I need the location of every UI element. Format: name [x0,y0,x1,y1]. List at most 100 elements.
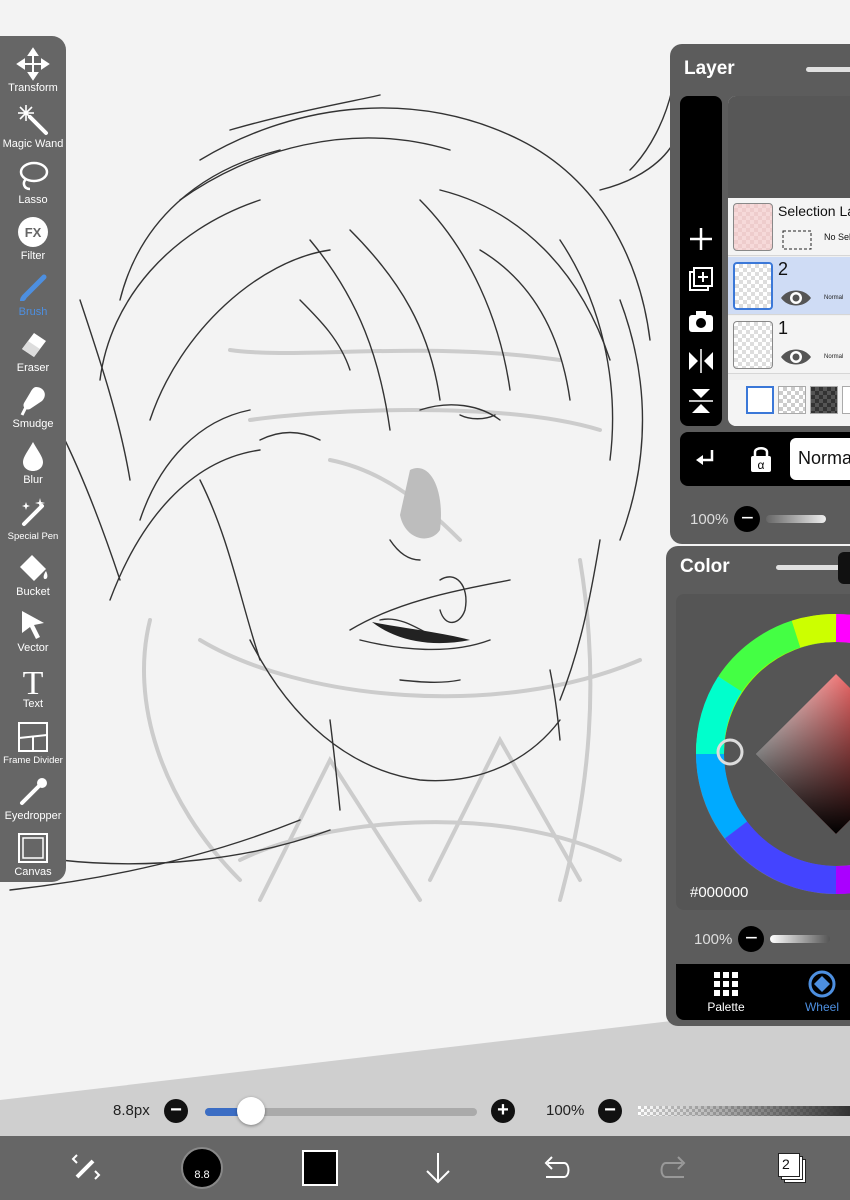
layer-blend-mode: Normal [824,295,844,301]
move-arrows-icon [16,47,50,81]
text-t-icon: T [23,665,44,697]
layer-list: Selection La No Sel 2 Normal 1 Normal [728,96,850,426]
tool-label: Blur [23,474,43,486]
tool-label: Eyedropper [4,810,62,822]
current-color-button[interactable] [298,1146,342,1190]
layer-thumbnail [733,262,773,310]
tab-label: Wheel [804,1000,839,1014]
tool-transform[interactable]: Transform [0,42,66,98]
blend-mode-select[interactable]: Norma [790,438,850,480]
brush-size-plus-button[interactable]: + [491,1099,515,1123]
color-opacity-row: 100% − [694,926,831,952]
brush-size-badge: 8.8 [194,1169,210,1181]
tool-blur[interactable]: Blur [0,434,66,490]
smudge-icon [20,387,45,416]
background-options [728,380,850,426]
tool-label: Lasso [18,194,48,206]
tool-eyedropper[interactable]: Eyedropper [0,770,66,826]
tool-label: Brush [18,306,48,318]
fx-icon: FX [18,217,48,247]
undo-button[interactable] [534,1146,578,1190]
bottom-toolbar: 8.8 2 [0,1136,850,1200]
color-panel-close-tab[interactable] [838,552,850,584]
brush-size-button[interactable]: 8.8 [180,1146,224,1190]
eye-visible-icon[interactable] [780,346,812,368]
svg-text:FX: FX [25,225,42,240]
layer-count: 2 [782,1156,790,1172]
canvas-square-icon [18,833,48,863]
layer-name: Selection La [778,203,850,219]
tool-magic-wand[interactable]: Magic Wand [0,98,66,154]
tool-canvas[interactable]: Canvas [0,826,66,882]
color-panel-grip[interactable] [776,565,846,570]
tool-smudge[interactable]: Smudge [0,378,66,434]
tool-eraser[interactable]: Eraser [0,322,66,378]
undo-icon [544,1156,570,1178]
tool-special-pen[interactable]: Special Pen [0,490,66,546]
brush-size-knob[interactable] [237,1097,266,1125]
tool-palette: Transform Magic Wand Lasso FX Filter Bru… [0,36,66,882]
bg-dark-swatch[interactable] [810,386,838,414]
layer-row-2[interactable]: 2 Normal [728,257,850,315]
quick-tools-button[interactable] [64,1146,108,1190]
color-opacity-minus-button[interactable]: − [738,926,765,952]
layer-panel-title: Layer [684,58,735,79]
layers-button[interactable]: 2 [770,1146,814,1190]
duplicate-layer-icon[interactable] [686,264,716,294]
tool-bucket[interactable]: Bucket [0,546,66,602]
layer-opacity-minus-button[interactable]: − [734,506,761,532]
tool-vector[interactable]: Vector [0,602,66,658]
clipping-arrow-icon[interactable] [694,446,720,472]
color-opacity-slider[interactable] [770,935,831,943]
eye-visible-icon[interactable] [780,287,812,309]
brush-settings-strip: 8.8px − + 100% − [0,1094,850,1132]
alpha-lock-icon[interactable]: α [748,444,774,474]
layer-name: 1 [778,318,789,338]
eyedropper-icon [20,778,47,805]
brush-opacity-minus-button[interactable]: − [598,1099,622,1123]
layer-panel-grip[interactable] [806,67,850,72]
redo-button[interactable] [652,1146,696,1190]
grid-icon [714,972,738,996]
add-layer-icon[interactable] [686,224,716,254]
bg-custom-swatch[interactable] [842,386,850,414]
layer-row-selection[interactable]: Selection La No Sel [728,198,850,256]
layer-opacity-slider[interactable] [766,515,827,523]
layer-options-bar: α Norma [680,432,850,486]
tab-label: Palette [707,1000,745,1014]
tool-frame-divider[interactable]: Frame Divider [0,714,66,770]
tool-lasso[interactable]: Lasso [0,154,66,210]
layer-thumbnail [733,321,773,369]
tool-label: Bucket [16,586,50,598]
brush-size-minus-button[interactable]: − [164,1099,188,1123]
tool-label: Canvas [14,866,52,878]
layer-row-1[interactable]: 1 Normal [728,316,850,374]
tool-label: Filter [20,250,46,262]
bg-transparent-swatch[interactable] [778,386,806,414]
tab-wheel[interactable]: Wheel [782,970,850,1014]
brush-opacity-slider[interactable] [638,1106,850,1116]
eraser-icon [22,333,46,357]
tool-filter[interactable]: FX Filter [0,210,66,266]
drop-icon [23,442,43,471]
bg-white-swatch[interactable] [746,386,774,414]
flip-vertical-icon[interactable] [686,386,716,416]
layer-panel: Layer Selection La No Sel 2 Normal 1 Nor… [670,44,850,544]
magic-wand-icon [18,105,48,135]
layer-name: 2 [778,259,789,279]
arrow-down-icon [426,1153,450,1184]
tool-label: Frame Divider [3,755,63,766]
flip-horizontal-icon[interactable] [686,346,716,376]
layer-thumbnail [733,203,773,251]
svg-text:T: T [23,665,44,697]
camera-icon[interactable] [686,306,716,336]
color-tabs: Palette Wheel [676,964,850,1020]
tab-palette[interactable]: Palette [686,970,766,1014]
layer-subtitle: No Sel [824,232,850,242]
color-wheel[interactable] [676,594,850,895]
download-button[interactable] [416,1146,460,1190]
tool-brush[interactable]: Brush [0,266,66,322]
tool-text[interactable]: T Text [0,658,66,714]
brush-size-value: 8.8px [113,1102,150,1119]
color-panel: Color #000000 100% − Palette Wheel [666,546,850,1026]
